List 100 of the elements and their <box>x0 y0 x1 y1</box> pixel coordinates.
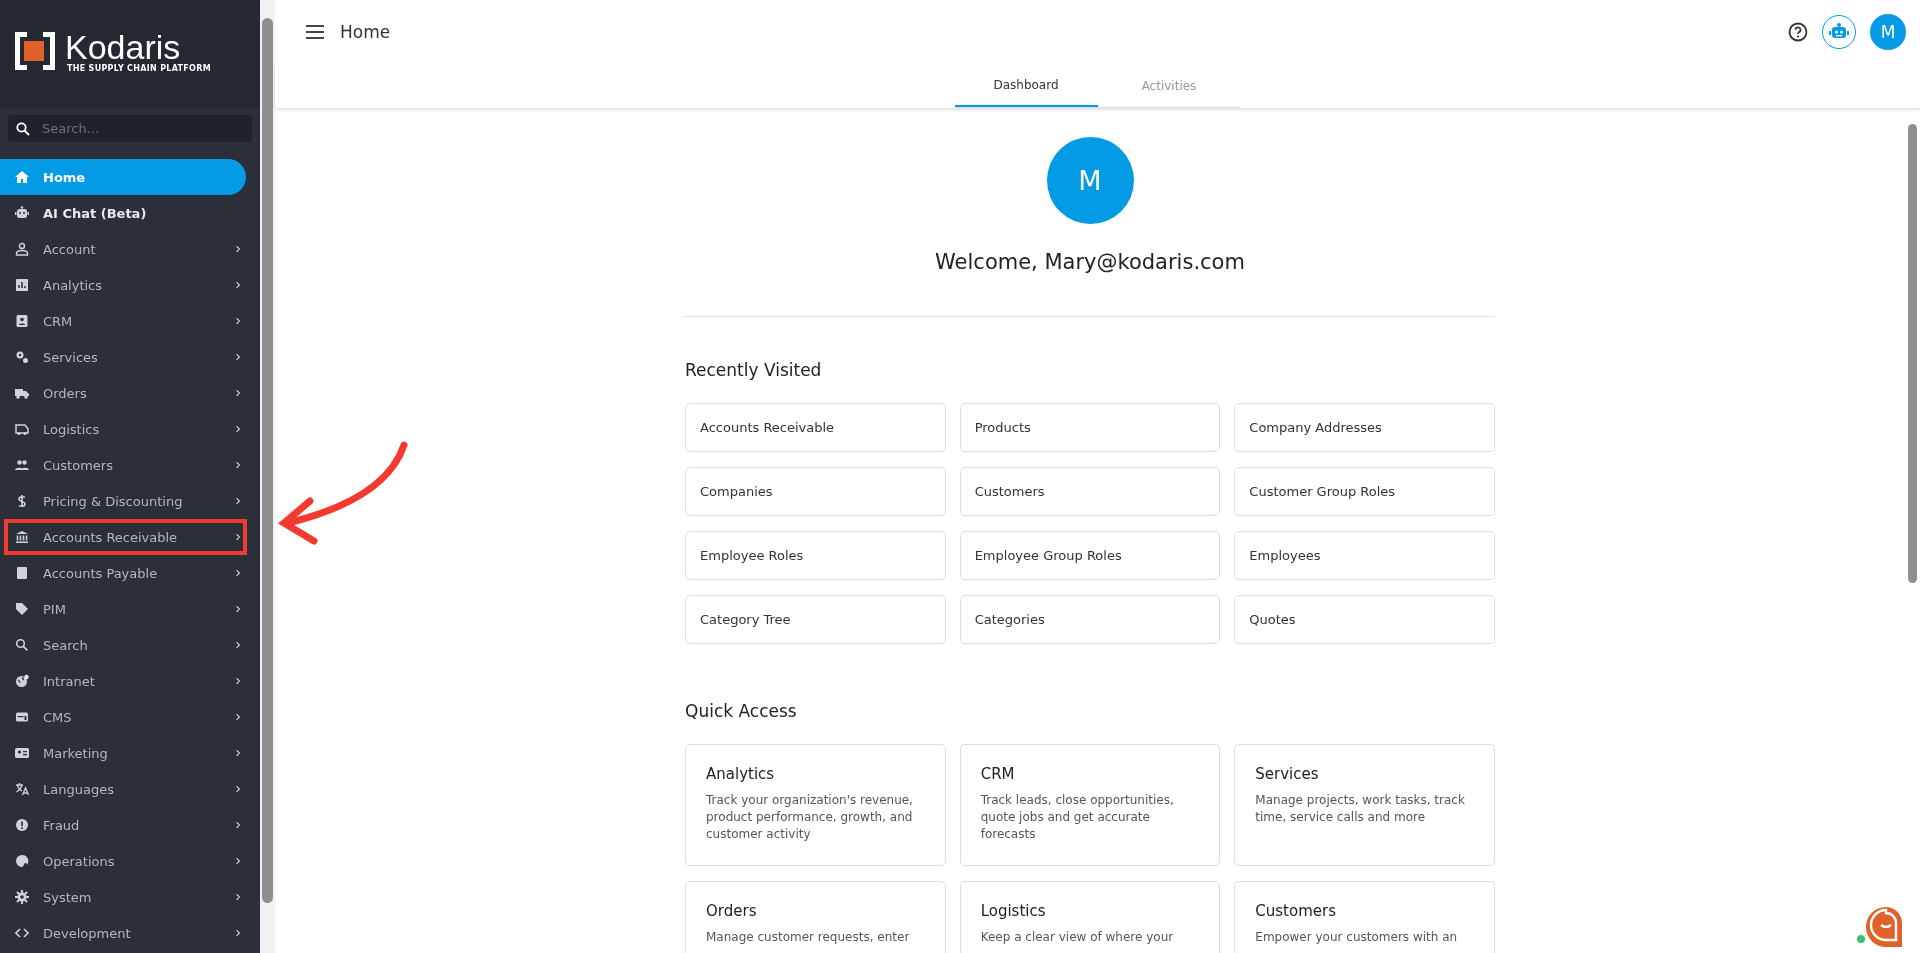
sidebar-item[interactable]: Intranet <box>0 663 246 699</box>
recent-link-card[interactable]: Company Addresses <box>1234 403 1495 452</box>
sidebar-item[interactable]: Accounts Receivable <box>0 519 246 555</box>
card-description: Track your organization's revenue, product performance, growth, and customer activity <box>706 792 914 843</box>
recent-link-card[interactable]: Companies <box>685 467 946 516</box>
recent-link-card[interactable]: Employee Roles <box>685 531 946 580</box>
chevron-right-icon <box>233 424 243 434</box>
code-icon <box>15 926 29 940</box>
chevron-right-icon <box>233 856 243 866</box>
quick-access-card[interactable]: Services Manage projects, work tasks, track time, service calls and more <box>1234 744 1495 866</box>
settings-icon <box>15 890 29 904</box>
van-icon <box>15 422 29 436</box>
menu-icon[interactable] <box>306 25 324 39</box>
dollar-icon <box>15 494 29 508</box>
sidebar-item[interactable]: Logistics <box>0 411 246 447</box>
logo-name: Kodaris <box>65 29 181 64</box>
sidebar-item[interactable]: Services <box>0 339 246 375</box>
recent-link-card[interactable]: Employees <box>1234 531 1495 580</box>
recent-link-card[interactable]: Customers <box>959 467 1221 516</box>
card-title: Services <box>1255 765 1320 783</box>
chevron-right-icon <box>233 532 243 542</box>
sidebar-item[interactable]: Development <box>0 915 246 951</box>
tab[interactable]: Dashboard <box>954 64 1098 107</box>
sidebar-item[interactable]: Account <box>0 231 246 267</box>
sidebar-item[interactable]: Search <box>0 627 246 663</box>
receipt-icon <box>15 566 29 580</box>
card-description: Manage customer requests, enter <box>706 929 911 946</box>
card-title: Logistics <box>980 902 1047 920</box>
card-title: CRM <box>980 765 1016 783</box>
chevron-right-icon <box>233 460 243 470</box>
card-title: Customers <box>1255 902 1337 920</box>
monitor-icon <box>15 710 29 724</box>
welcome-heading: Welcome, Mary@kodaris.com <box>935 250 1245 274</box>
chevron-right-icon <box>233 604 243 614</box>
chevron-right-icon <box>233 748 243 758</box>
people-icon <box>15 458 29 472</box>
truck-icon <box>15 386 29 400</box>
sidebar-item[interactable]: CRM <box>0 303 246 339</box>
chevron-right-icon <box>233 568 243 578</box>
recent-link-card[interactable]: Products <box>959 403 1221 452</box>
alert-icon <box>15 818 29 832</box>
chevron-right-icon <box>233 352 243 362</box>
search-icon <box>15 638 29 652</box>
quick-access-card[interactable]: Logistics Keep a clear view of where your <box>959 881 1221 953</box>
quick-access-card[interactable]: Analytics Track your organization's revenue, product performance, growth, and customer activity <box>685 744 946 866</box>
sidebar-item[interactable]: Accounts Payable <box>0 555 246 591</box>
help-icon[interactable] <box>1788 22 1808 42</box>
quick-access-card[interactable]: Orders Manage customer requests, enter <box>685 881 946 953</box>
chevron-right-icon <box>233 928 243 938</box>
section-title: Recently Visited <box>685 360 823 380</box>
robot-icon <box>1829 23 1849 41</box>
recent-link-card[interactable]: Customer Group Roles <box>1234 467 1495 516</box>
sidebar-item[interactable]: Analytics <box>0 267 246 303</box>
scrollbar[interactable] <box>260 0 275 953</box>
chevron-right-icon <box>233 388 243 398</box>
card-title: Orders <box>706 902 758 920</box>
bank-icon <box>15 530 29 544</box>
sidebar-item[interactable]: PIM <box>0 591 246 627</box>
recent-link-card[interactable]: Employee Group Roles <box>959 531 1221 580</box>
contact-card-icon <box>15 314 29 328</box>
sidebar-item[interactable]: Fraud <box>0 807 246 843</box>
sidebar-item[interactable]: CMS <box>0 699 246 735</box>
chart-icon <box>15 278 29 292</box>
person-icon <box>15 242 29 256</box>
translate-icon <box>15 782 29 796</box>
sidebar-item[interactable]: Pricing & Discounting <box>0 483 246 519</box>
chevron-right-icon <box>233 640 243 650</box>
chevron-right-icon <box>233 820 243 830</box>
logo-tagline: THE SUPPLY CHAIN PLATFORM <box>67 63 211 73</box>
card-description: Keep a clear view of where your <box>980 929 1175 946</box>
chevron-right-icon <box>233 712 243 722</box>
robot-icon <box>15 206 29 220</box>
sidebar-item[interactable]: Languages <box>0 771 246 807</box>
recent-link-card[interactable]: Categories <box>959 595 1221 644</box>
chevron-right-icon <box>233 280 243 290</box>
card-description: Track leads, close opportunities, quote jobs and get accurate forecasts <box>980 792 1175 843</box>
sidebar-item[interactable]: Orders <box>0 375 246 411</box>
recent-link-card[interactable]: Category Tree <box>685 595 946 644</box>
quick-access-card[interactable]: CRM Track leads, close opportunities, quote jobs and get accurate forecasts <box>959 744 1221 866</box>
sidebar-item[interactable]: Marketing <box>0 735 246 771</box>
recent-link-card[interactable]: Accounts Receivable <box>685 403 946 452</box>
card-description: Manage projects, work tasks, track time, service calls and more <box>1255 792 1466 826</box>
page-title: Home <box>340 22 391 42</box>
card-title: Analytics <box>706 765 776 783</box>
recent-link-card[interactable]: Quotes <box>1234 595 1495 644</box>
chevron-right-icon <box>233 496 243 506</box>
quick-access-card[interactable]: Customers Empower your customers with an <box>1234 881 1495 953</box>
chevron-right-icon <box>233 316 243 326</box>
search-field[interactable]: Search... <box>8 115 252 142</box>
sidebar-item[interactable]: System <box>0 879 246 915</box>
gears-icon <box>15 350 29 364</box>
sidebar-item[interactable]: Operations <box>0 843 246 879</box>
chevron-right-icon <box>233 784 243 794</box>
logo-icon <box>15 32 55 70</box>
chevron-right-icon <box>233 892 243 902</box>
sidebar-item[interactable]: Customers <box>0 447 246 483</box>
globe-icon <box>15 674 29 688</box>
chevron-right-icon <box>233 676 243 686</box>
sidebar-item[interactable]: AI Chat (Beta) <box>0 195 246 231</box>
user-avatar: M <box>1046 137 1134 224</box>
